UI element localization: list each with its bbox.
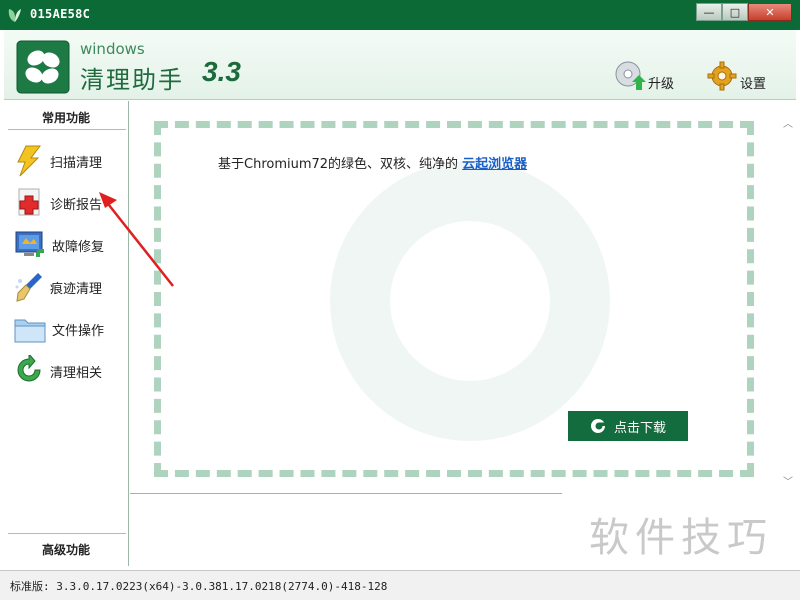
brand-version: 3.3 (202, 56, 241, 87)
title-bar: 015AE58C — □ ✕ (0, 0, 800, 30)
sidebar-divider (8, 533, 126, 534)
promo-text-line: 基于Chromium72的绿色、双核、纯净的 云起浏览器 (218, 153, 527, 172)
lightning-icon (17, 145, 41, 177)
folder-icon (14, 319, 46, 343)
sidebar-item-label: 文件操作 (52, 323, 105, 339)
disc-upgrade-icon (615, 61, 646, 90)
sidebar-item-label: 扫描清理 (50, 155, 103, 171)
sidebar-item-file-operation[interactable]: 文件操作 (14, 311, 124, 347)
app-logo-icon (16, 40, 70, 94)
sidebar-item-clean-related[interactable]: 清理相关 (14, 353, 124, 389)
window-controls: — □ ✕ (696, 3, 792, 21)
broom-icon (15, 273, 42, 302)
maximize-button[interactable]: □ (722, 3, 748, 21)
scroll-up-arrow-icon[interactable]: ︿ (783, 115, 793, 130)
window-title: 015AE58C (30, 7, 91, 21)
vertical-scrollbar[interactable]: ︿ ﹀ (780, 101, 796, 493)
download-button[interactable]: 点击下载 (568, 411, 688, 441)
site-watermark: 软件技巧 (562, 480, 800, 570)
minimize-button[interactable]: — (696, 3, 722, 21)
browser-link[interactable]: 云起浏览器 (462, 157, 527, 172)
medical-cross-icon (18, 188, 40, 216)
sidebar: 常用功能 扫描清理 诊断报告 故障修复 痕迹清理 文件操作 清理相关 高级功能 (4, 101, 129, 566)
refresh-icon (17, 355, 41, 382)
download-label: 点击下载 (613, 420, 666, 436)
app-header: windows 清理助手 3.3 升级 设置 (4, 30, 796, 100)
sidebar-item-label: 清理相关 (50, 365, 103, 381)
common-functions-title: 常用功能 (41, 111, 90, 125)
version-text: 标准版: 3.3.0.17.0223(x64)-3.0.381.17.0218(… (10, 580, 388, 593)
sidebar-divider (8, 129, 126, 130)
brand-windows-text: windows (80, 40, 145, 58)
annotation-arrow (99, 192, 174, 287)
gear-icon (707, 61, 737, 91)
app-leaf-icon (8, 9, 21, 22)
upgrade-button[interactable]: 升级 (614, 60, 674, 92)
settings-label: 设置 (740, 77, 767, 92)
advanced-functions-title[interactable]: 高级功能 (4, 541, 128, 558)
status-bar: 标准版: 3.3.0.17.0223(x64)-3.0.381.17.0218(… (0, 570, 800, 600)
settings-button[interactable]: 设置 (706, 60, 766, 92)
browser-logo-icon (590, 419, 605, 433)
repair-monitor-icon (15, 231, 44, 257)
close-button[interactable]: ✕ (748, 3, 792, 21)
promo-text: 基于Chromium72的绿色、双核、纯净的 (218, 157, 459, 172)
sidebar-item-scan-clean[interactable]: 扫描清理 (14, 143, 124, 179)
upgrade-label: 升级 (648, 77, 675, 92)
brand-name: 清理助手 (80, 66, 184, 94)
main-content: 基于Chromium72的绿色、双核、纯净的 云起浏览器 点击下载 (130, 101, 780, 493)
